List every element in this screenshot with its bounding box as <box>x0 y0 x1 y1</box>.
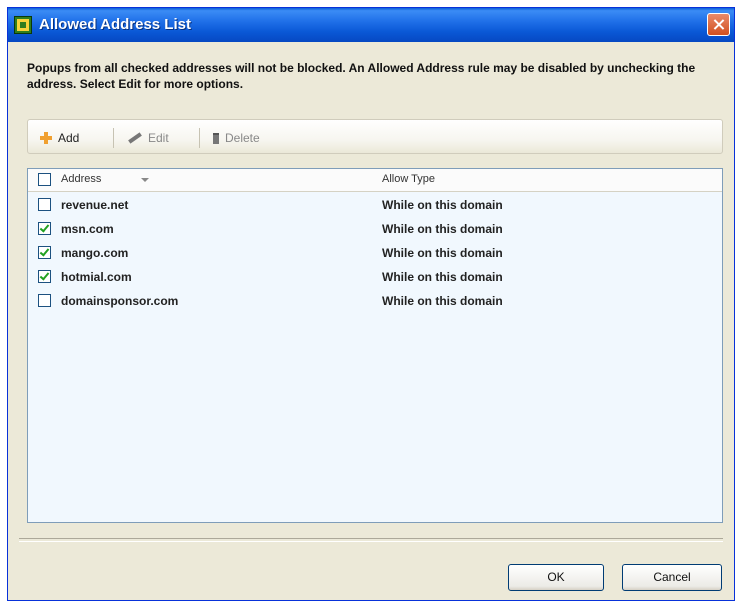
cancel-button[interactable]: Cancel <box>622 564 722 591</box>
list-item[interactable]: msn.com While on this domain <box>28 217 722 241</box>
allow-type-cell: While on this domain <box>382 246 503 260</box>
allow-type-cell: While on this domain <box>382 270 503 284</box>
toolbar: Add Edit Delete <box>27 119 723 154</box>
select-all-checkbox[interactable] <box>38 173 51 186</box>
allowed-address-dialog: Allowed Address List Popups from all che… <box>7 7 735 601</box>
address-cell: msn.com <box>61 222 114 236</box>
delete-button[interactable]: Delete <box>213 129 260 147</box>
address-cell: hotmial.com <box>61 270 132 284</box>
column-header-address[interactable]: Address <box>61 173 101 185</box>
row-checkbox[interactable] <box>38 270 51 283</box>
row-checkbox[interactable] <box>38 294 51 307</box>
add-button[interactable]: Add <box>40 129 79 147</box>
sort-arrow-icon[interactable] <box>141 178 149 182</box>
address-list[interactable]: Address Allow Type revenue.net While on … <box>27 168 723 523</box>
list-item[interactable]: mango.com While on this domain <box>28 241 722 265</box>
edit-button[interactable]: Edit <box>128 129 169 147</box>
address-cell: revenue.net <box>61 198 129 212</box>
pencil-icon <box>128 132 142 144</box>
allow-type-cell: While on this domain <box>382 294 503 308</box>
list-item[interactable]: revenue.net While on this domain <box>28 193 722 217</box>
window-title: Allowed Address List <box>39 16 191 33</box>
add-label: Add <box>58 131 80 145</box>
allow-type-cell: While on this domain <box>382 198 503 212</box>
row-checkbox[interactable] <box>38 222 51 235</box>
app-icon <box>14 16 32 34</box>
ok-button[interactable]: OK <box>508 564 604 591</box>
list-header: Address Allow Type <box>28 169 722 192</box>
toolbar-separator <box>113 128 114 148</box>
address-cell: domainsponsor.com <box>61 294 179 308</box>
row-checkbox[interactable] <box>38 198 51 211</box>
divider <box>19 538 723 542</box>
title-bar[interactable]: Allowed Address List <box>8 8 734 42</box>
description-text: Popups from all checked addresses will n… <box>27 61 696 91</box>
list-item[interactable]: hotmial.com While on this domain <box>28 265 722 289</box>
edit-label: Edit <box>148 131 169 145</box>
close-icon[interactable] <box>707 13 730 36</box>
address-cell: mango.com <box>61 246 129 260</box>
plus-icon <box>40 132 52 144</box>
delete-label: Delete <box>225 131 260 145</box>
trash-icon <box>213 132 219 144</box>
list-item[interactable]: domainsponsor.com While on this domain <box>28 289 722 313</box>
allow-type-cell: While on this domain <box>382 222 503 236</box>
row-checkbox[interactable] <box>38 246 51 259</box>
column-header-allow-type[interactable]: Allow Type <box>382 173 435 185</box>
toolbar-separator <box>199 128 200 148</box>
